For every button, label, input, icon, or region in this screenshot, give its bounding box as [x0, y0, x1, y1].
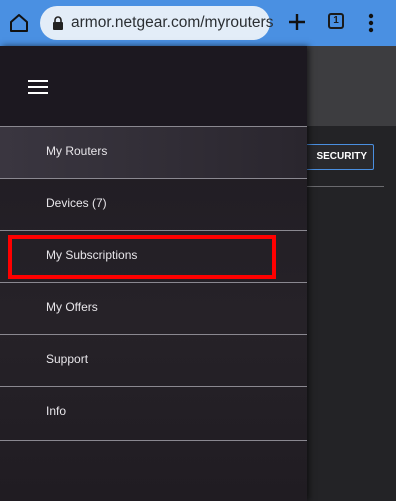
hamburger-menu-icon[interactable]	[28, 80, 48, 94]
browser-toolbar: armor.netgear.com/myrouters 1	[0, 0, 396, 46]
more-menu-icon[interactable]	[368, 12, 374, 34]
drawer-header	[0, 46, 307, 126]
menu-item-devices[interactable]: Devices (7)	[0, 178, 307, 230]
menu-item-my-offers[interactable]: My Offers	[0, 282, 307, 334]
home-icon[interactable]	[8, 12, 30, 34]
menu-item-label: Support	[46, 352, 89, 366]
menu-item-label: My Routers	[46, 144, 108, 158]
url-text[interactable]: armor.netgear.com/myrouters	[71, 14, 273, 32]
menu-item-my-routers[interactable]: My Routers	[0, 126, 307, 178]
address-bar[interactable]: armor.netgear.com/myrouters	[40, 6, 273, 40]
menu-item-label: Info	[46, 404, 67, 418]
highlight-annotation	[8, 235, 276, 279]
menu-divider	[0, 440, 307, 441]
lock-icon	[53, 16, 63, 30]
menu-item-info[interactable]: Info	[0, 386, 307, 438]
menu-item-support[interactable]: Support	[0, 334, 307, 386]
page-header	[307, 46, 396, 126]
new-tab-icon[interactable]	[287, 11, 307, 33]
menu-item-label: My Offers	[46, 300, 98, 314]
tab-count-button[interactable]: 1	[328, 13, 344, 29]
menu-item-label: Devices (7)	[46, 196, 107, 210]
page-body	[307, 126, 396, 501]
page-divider	[307, 186, 384, 187]
